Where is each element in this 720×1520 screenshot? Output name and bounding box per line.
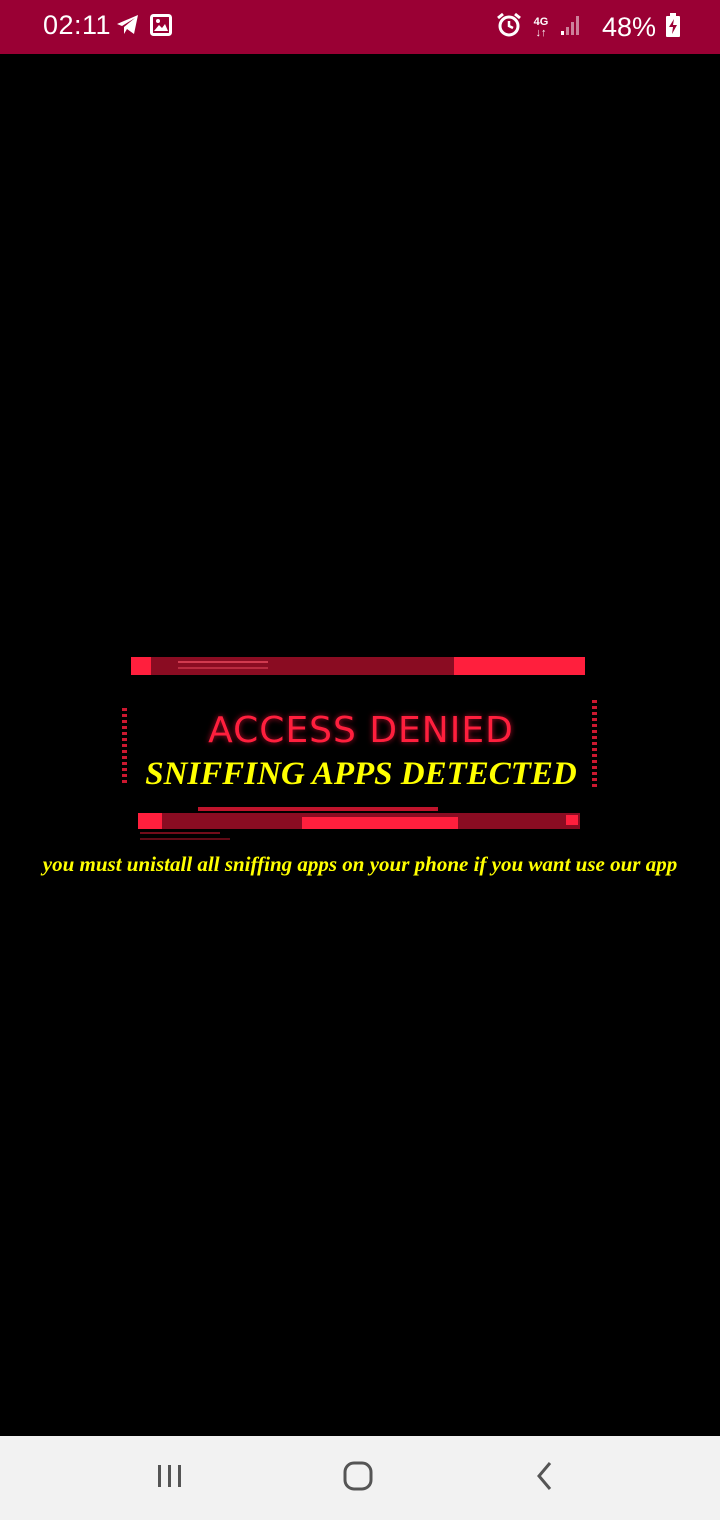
image-icon — [150, 14, 172, 41]
navigation-bar — [0, 1436, 720, 1520]
battery-charging-icon — [666, 13, 680, 42]
home-icon — [342, 1460, 374, 1497]
back-button[interactable] — [523, 1458, 567, 1498]
sniffing-detected-title: SNIFFING APPS DETECTED — [145, 756, 577, 792]
data-arrows-icon: ↓↑ — [535, 26, 547, 39]
app-screen: 02:11 4G ↓↑ 48% ACCESS DENIED SNIFFING A… — [0, 0, 720, 1520]
recents-icon — [155, 1463, 185, 1494]
battery-percent: 48% — [601, 12, 656, 42]
status-bar: 02:11 4G ↓↑ 48% — [0, 0, 720, 54]
network-4g-icon: 4G ↓↑ — [532, 16, 550, 39]
telegram-icon — [116, 14, 140, 41]
access-denied-heading: ACCESS DENIED — [208, 710, 514, 751]
back-icon — [534, 1460, 556, 1497]
status-system-icons: 4G ↓↑ 48% — [496, 12, 680, 43]
uninstall-warning-message: you must unistall all sniffing apps on y… — [42, 852, 678, 876]
recents-button[interactable] — [148, 1458, 192, 1498]
status-notification-icons — [116, 14, 172, 41]
home-button[interactable] — [336, 1458, 380, 1498]
access-denied-banner: ACCESS DENIED SNIFFING APPS DETECTED — [118, 652, 604, 848]
alarm-icon — [496, 12, 522, 43]
status-time: 02:11 — [43, 10, 112, 40]
signal-icon — [560, 14, 582, 41]
